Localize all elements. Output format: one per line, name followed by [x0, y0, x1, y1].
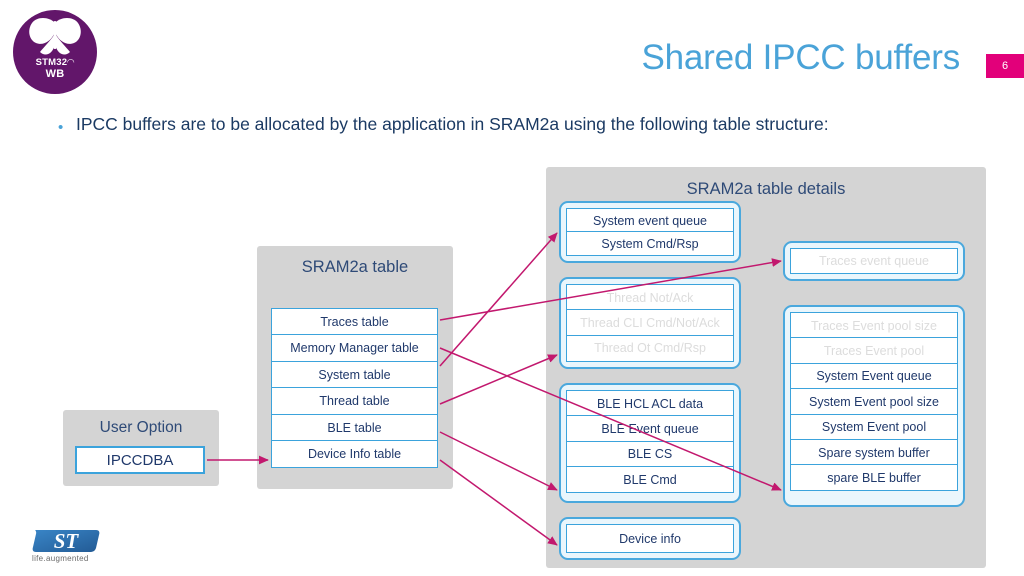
svg-text:ST: ST [54, 529, 80, 553]
bullet-text: IPCC buffers are to be allocated by the … [76, 114, 829, 134]
list-item[interactable]: BLE CS [566, 440, 734, 468]
list-item[interactable]: System Event pool [790, 413, 958, 441]
list-item[interactable]: BLE HCL ACL data [566, 390, 734, 417]
slide-canvas: STM32◠ WB Shared IPCC buffers 6 • IPCC b… [0, 0, 1024, 576]
wireless-wave-icon: ◠ [67, 57, 75, 67]
list-item[interactable]: Traces Event pool [790, 337, 958, 365]
list-item[interactable]: BLE Event queue [566, 415, 734, 443]
list-item[interactable]: spare BLE buffer [790, 464, 958, 492]
user-option-title: User Option [99, 419, 183, 436]
memory-manager-group: Traces Event pool size Traces Event pool… [783, 305, 965, 507]
sram2a-table-title: SRAM2a table [301, 258, 409, 276]
details-panel-title: SRAM2a table details [686, 180, 846, 198]
table-row[interactable]: System table [271, 360, 438, 389]
list-item[interactable]: System Event queue [790, 362, 958, 390]
arrow-system-table [439, 232, 558, 367]
table-row[interactable]: BLE table [271, 413, 438, 442]
logo-label: STM32◠ WB [13, 57, 97, 80]
list-item[interactable]: Thread CLI Cmd/Not/Ack [566, 309, 734, 337]
thread-group: Thread Not/Ack Thread CLI Cmd/Not/Ack Th… [559, 277, 741, 369]
arrow-ble-table [439, 431, 558, 491]
arrow-device-info-table [439, 459, 558, 546]
page-title: Shared IPCC buffers [641, 38, 961, 77]
st-tagline: life.augmented [32, 554, 89, 563]
table-row[interactable]: Memory Manager table [271, 334, 438, 363]
list-item[interactable]: Spare system buffer [790, 439, 958, 467]
traces-group: Traces event queue [783, 241, 965, 281]
table-row[interactable]: Traces table [271, 308, 438, 336]
st-logo: ST life.augmented [30, 524, 116, 568]
list-item[interactable]: System event queue [566, 208, 734, 233]
list-item[interactable]: System Event pool size [790, 388, 958, 416]
bullet-marker: • [58, 119, 64, 136]
butterfly-icon [29, 17, 81, 55]
list-item[interactable]: Device info [566, 524, 734, 553]
list-item[interactable]: Traces Event pool size [790, 312, 958, 339]
list-item[interactable]: Traces event queue [790, 248, 958, 274]
list-item[interactable]: BLE Cmd [566, 466, 734, 494]
table-row[interactable]: Device Info table [271, 440, 438, 469]
list-item[interactable]: System Cmd/Rsp [566, 231, 734, 257]
ipccdba-field[interactable]: IPCCDBA [75, 446, 205, 474]
table-row[interactable]: Thread table [271, 387, 438, 416]
stm32wb-logo: STM32◠ WB [13, 10, 97, 94]
arrow-thread-table [439, 354, 558, 405]
list-item[interactable]: Thread Not/Ack [566, 284, 734, 311]
ble-group: BLE HCL ACL data BLE Event queue BLE CS … [559, 383, 741, 503]
page-number-badge: 6 [986, 54, 1024, 78]
system-group: System event queue System Cmd/Rsp [559, 201, 741, 263]
device-info-group: Device info [559, 517, 741, 560]
logo-family: WB [45, 67, 65, 80]
list-item[interactable]: Thread Ot Cmd/Rsp [566, 334, 734, 362]
st-mark-icon: ST [32, 529, 100, 553]
logo-brand: STM32 [35, 57, 68, 68]
sram2a-table-rows: Traces table Memory Manager table System… [271, 308, 438, 469]
bullet-paragraph: • IPCC buffers are to be allocated by th… [58, 112, 918, 137]
